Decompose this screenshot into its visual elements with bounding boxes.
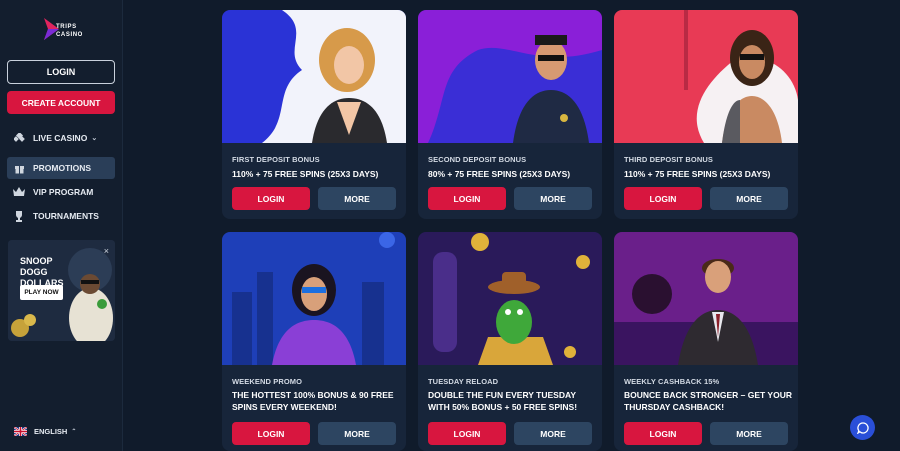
card-more-button[interactable]: MORE [318, 422, 396, 445]
diamond-icon [13, 132, 25, 144]
card-artwork [222, 10, 406, 143]
chat-bubble-icon [856, 421, 869, 434]
card-category: FIRST DEPOSIT BONUS [232, 155, 320, 164]
sidebar-item-tournaments[interactable]: TOURNAMENTS [7, 205, 115, 227]
play-now-button[interactable]: PLAY NOW [20, 285, 63, 300]
card-login-button[interactable]: LOGIN [624, 422, 702, 445]
card-category: THIRD DEPOSIT BONUS [624, 155, 713, 164]
card-login-button[interactable]: LOGIN [428, 422, 506, 445]
crown-icon [13, 186, 25, 198]
card-artwork [614, 232, 798, 365]
promo-card-weekend-promo: WEEKEND PROMO THE HOTTEST 100% BONUS & 9… [222, 232, 406, 451]
card-artwork [222, 232, 406, 365]
logo-text-line2: CASINO [56, 32, 83, 38]
sidebar-item-label: LIVE CASINO [33, 133, 88, 143]
card-more-button[interactable]: MORE [710, 422, 788, 445]
uk-flag-icon [14, 427, 27, 436]
card-title: DOUBLE THE FUN EVERY TUESDAY WITH 50% BO… [428, 390, 578, 412]
card-title: 110% + 75 FREE SPINS (25X3 DAYS) [624, 169, 771, 179]
sidebar-item-label: PROMOTIONS [33, 163, 92, 173]
promo-card-first-deposit: FIRST DEPOSIT BONUS 110% + 75 FREE SPINS… [222, 10, 406, 219]
card-more-button[interactable]: MORE [318, 187, 396, 210]
card-more-button[interactable]: MORE [514, 422, 592, 445]
chat-button[interactable] [850, 415, 875, 440]
card-login-button[interactable]: LOGIN [624, 187, 702, 210]
promo-card-weekly-cashback: WEEKLY CASHBACK 15% BOUNCE BACK STRONGER… [614, 232, 798, 451]
card-title: BOUNCE BACK STRONGER – GET YOUR THURSDAY… [624, 390, 792, 412]
sidebar-item-promotions[interactable]: PROMOTIONS [7, 157, 115, 179]
sidebar-item-live-casino[interactable]: LIVE CASINO ⌄ [7, 127, 115, 149]
card-more-button[interactable]: MORE [514, 187, 592, 210]
language-label: ENGLISH [34, 427, 68, 436]
sidebar-item-vip-program[interactable]: VIP PROGRAM [7, 181, 115, 203]
card-artwork [614, 10, 798, 143]
close-icon[interactable]: × [104, 246, 109, 256]
sidebar: TRIPS CASINO LOGIN CREATE ACCOUNT LIVE C… [0, 0, 123, 451]
trophy-icon [13, 210, 25, 222]
card-login-button[interactable]: LOGIN [428, 187, 506, 210]
snoop-dogg-promo-banner[interactable]: SNOOP DOGG DOLLARS PLAY NOW × [8, 240, 115, 341]
card-login-button[interactable]: LOGIN [232, 187, 310, 210]
sidebar-login-button[interactable]: LOGIN [7, 60, 115, 84]
chevron-down-icon: ⌄ [91, 135, 98, 142]
sidebar-item-label: VIP PROGRAM [33, 187, 94, 197]
create-account-button[interactable]: CREATE ACCOUNT [7, 91, 115, 114]
card-artwork [418, 232, 602, 365]
sidebar-item-label: TOURNAMENTS [33, 211, 99, 221]
card-artwork [418, 10, 602, 143]
card-login-button[interactable]: LOGIN [232, 422, 310, 445]
chevron-up-icon: ⌃ [71, 429, 77, 435]
promo-card-third-deposit: THIRD DEPOSIT BONUS 110% + 75 FREE SPINS… [614, 10, 798, 219]
promo-card-second-deposit: SECOND DEPOSIT BONUS 80% + 75 FREE SPINS… [418, 10, 602, 219]
card-category: WEEKLY CASHBACK 15% [624, 377, 720, 386]
promo-card-tuesday-reload: TUESDAY RELOAD DOUBLE THE FUN EVERY TUES… [418, 232, 602, 451]
logo-text-line1: TRIPS [56, 24, 77, 30]
gift-icon [13, 162, 25, 174]
language-selector[interactable]: ENGLISH ⌃ [14, 427, 76, 436]
card-category: TUESDAY RELOAD [428, 377, 499, 386]
card-title: 110% + 75 FREE SPINS (25X3 DAYS) [232, 169, 379, 179]
card-category: SECOND DEPOSIT BONUS [428, 155, 527, 164]
casino-logo[interactable]: TRIPS CASINO [42, 16, 92, 46]
card-title: THE HOTTEST 100% BONUS & 90 FREE SPINS E… [232, 390, 394, 412]
card-title: 80% + 75 FREE SPINS (25X3 DAYS) [428, 169, 571, 179]
card-more-button[interactable]: MORE [710, 187, 788, 210]
card-category: WEEKEND PROMO [232, 377, 303, 386]
